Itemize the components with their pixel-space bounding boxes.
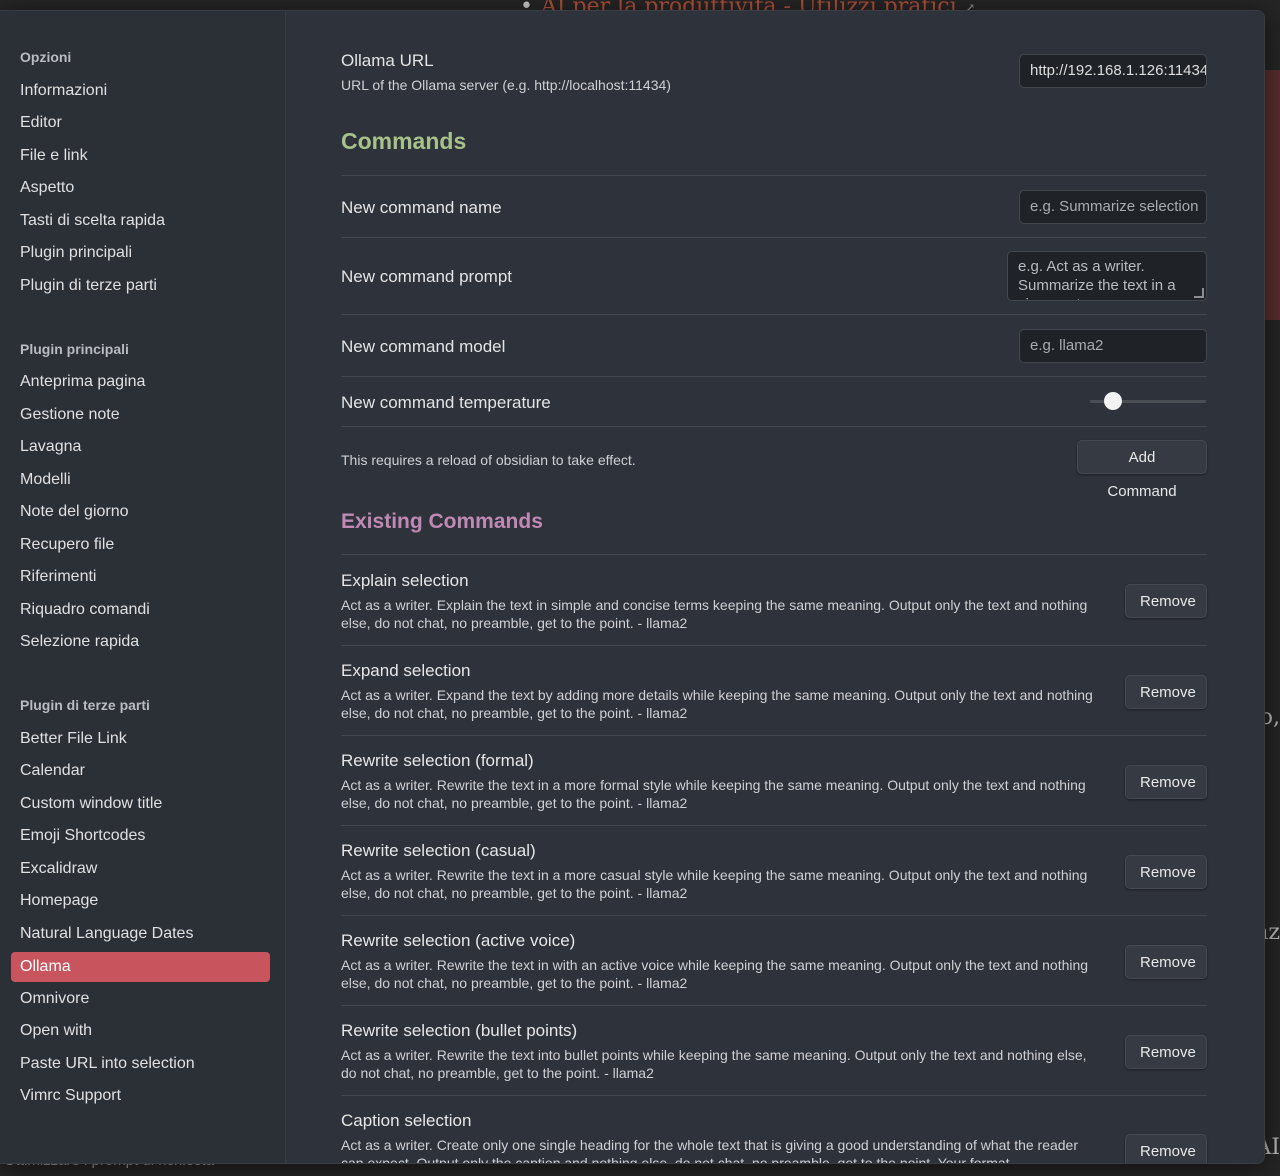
divider — [341, 645, 1207, 646]
command-description: Act as a writer. Expand the text by addi… — [341, 687, 1093, 721]
command-name: Caption selection — [341, 1111, 472, 1130]
divider — [341, 825, 1207, 826]
sidebar-item-calendar[interactable]: Calendar — [11, 756, 270, 786]
command-description: Act as a writer. Rewrite the text in a m… — [341, 867, 1088, 901]
ollama-url-label: Ollama URL — [341, 51, 434, 70]
resize-handle-icon[interactable] — [1194, 288, 1204, 298]
sidebar-item-editor[interactable]: Editor — [11, 108, 270, 138]
ollama-url-input[interactable]: http://192.168.1.126:11434 — [1019, 54, 1207, 88]
sidebar-item-plugin-terze-parti[interactable]: Plugin di terze parti — [11, 271, 270, 301]
remove-command-button[interactable]: Remove — [1125, 1035, 1207, 1069]
command-description: Act as a writer. Explain the text in sim… — [341, 597, 1088, 631]
settings-modal: ✕ Opzioni Informazioni Editor File e lin… — [0, 10, 1265, 1164]
command-description: Act as a writer. Create only one single … — [341, 1137, 1079, 1164]
new-command-prompt-textarea[interactable]: e.g. Act as a writer. Summarize the text… — [1007, 251, 1207, 301]
commands-heading: Commands — [341, 128, 467, 154]
sidebar-item-paste-url[interactable]: Paste URL into selection — [11, 1049, 270, 1079]
remove-command-button[interactable]: Remove — [1125, 1134, 1207, 1163]
sidebar-item-vimrc-support[interactable]: Vimrc Support — [11, 1081, 270, 1111]
ollama-url-description: URL of the Ollama server (e.g. http://lo… — [341, 77, 671, 93]
add-command-button[interactable]: Add Command — [1077, 440, 1207, 500]
sidebar-item-gestione-note[interactable]: Gestione note — [11, 400, 270, 430]
command-name: Rewrite selection (active voice) — [341, 931, 576, 950]
settings-content: Ollama URL URL of the Ollama server (e.g… — [286, 11, 1264, 1163]
command-name: Explain selection — [341, 571, 469, 590]
sidebar-item-tasti[interactable]: Tasti di scelta rapida — [11, 206, 270, 236]
divider — [341, 1095, 1207, 1096]
sidebar-item-plugin-principali[interactable]: Plugin principali — [11, 238, 270, 268]
sidebar-section-title: Opzioni — [20, 49, 72, 65]
sidebar-item-emoji-shortcodes[interactable]: Emoji Shortcodes — [11, 821, 270, 851]
sidebar-item-omnivore[interactable]: Omnivore — [11, 984, 270, 1014]
new-command-model-label: New command model — [341, 337, 506, 356]
sidebar-item-anteprima-pagina[interactable]: Anteprima pagina — [11, 367, 270, 397]
divider — [341, 915, 1207, 916]
command-description: Act as a writer. Rewrite the text in wit… — [341, 957, 1089, 991]
command-name: Rewrite selection (formal) — [341, 751, 534, 770]
sidebar-item-open-with[interactable]: Open with — [11, 1016, 270, 1046]
sidebar-section-title: Plugin di terze parti — [20, 697, 150, 713]
divider — [341, 426, 1207, 427]
sidebar-item-informazioni[interactable]: Informazioni — [11, 76, 270, 106]
sidebar-section-title: Plugin principali — [20, 341, 129, 357]
remove-command-button[interactable]: Remove — [1125, 584, 1207, 618]
sidebar-item-modelli[interactable]: Modelli — [11, 465, 270, 495]
divider — [341, 237, 1207, 238]
sidebar-item-aspetto[interactable]: Aspetto — [11, 173, 270, 203]
sidebar-item-note-del-giorno[interactable]: Note del giorno — [11, 497, 270, 527]
remove-command-button[interactable]: Remove — [1125, 765, 1207, 799]
divider — [341, 735, 1207, 736]
remove-command-button[interactable]: Remove — [1125, 945, 1207, 979]
command-description: Act as a writer. Rewrite the text into b… — [341, 1047, 1087, 1081]
command-name: Rewrite selection (casual) — [341, 841, 536, 860]
reload-note: This requires a reload of obsidian to ta… — [341, 452, 636, 468]
sidebar-item-homepage[interactable]: Homepage — [11, 886, 270, 916]
sidebar-item-file-e-link[interactable]: File e link — [11, 141, 270, 171]
sidebar-item-ollama[interactable]: Ollama — [11, 952, 270, 982]
sidebar-item-excalidraw[interactable]: Excalidraw — [11, 854, 270, 884]
new-command-name-label: New command name — [341, 198, 502, 217]
settings-sidebar: Opzioni Informazioni Editor File e link … — [0, 11, 286, 1163]
sidebar-item-riferimenti[interactable]: Riferimenti — [11, 562, 270, 592]
divider — [341, 1005, 1207, 1006]
new-command-model-input[interactable]: e.g. llama2 — [1019, 329, 1207, 363]
remove-command-button[interactable]: Remove — [1125, 675, 1207, 709]
sidebar-item-natural-language-dates[interactable]: Natural Language Dates — [11, 919, 270, 949]
sidebar-item-recupero-file[interactable]: Recupero file — [11, 530, 270, 560]
sidebar-item-riquadro-comandi[interactable]: Riquadro comandi — [11, 595, 270, 625]
command-name: Rewrite selection (bullet points) — [341, 1021, 578, 1040]
divider — [341, 554, 1207, 555]
divider — [341, 314, 1207, 315]
new-command-prompt-label: New command prompt — [341, 267, 513, 286]
new-command-temperature-label: New command temperature — [341, 393, 551, 412]
command-description: Act as a writer. Rewrite the text in a m… — [341, 777, 1086, 811]
temperature-slider-thumb[interactable] — [1104, 392, 1123, 410]
sidebar-item-better-file-link[interactable]: Better File Link — [11, 724, 270, 754]
sidebar-item-custom-window-title[interactable]: Custom window title — [11, 789, 270, 819]
command-name: Expand selection — [341, 661, 471, 680]
divider — [341, 175, 1207, 176]
divider — [341, 376, 1207, 377]
sidebar-item-selezione-rapida[interactable]: Selezione rapida — [11, 627, 270, 657]
sidebar-item-lavagna[interactable]: Lavagna — [11, 432, 270, 462]
prompt-placeholder: e.g. Act as a writer. Summarize the text… — [1018, 258, 1176, 300]
remove-command-button[interactable]: Remove — [1125, 855, 1207, 889]
new-command-name-input[interactable]: e.g. Summarize selection — [1019, 190, 1207, 224]
existing-commands-heading: Existing Commands — [341, 510, 543, 533]
